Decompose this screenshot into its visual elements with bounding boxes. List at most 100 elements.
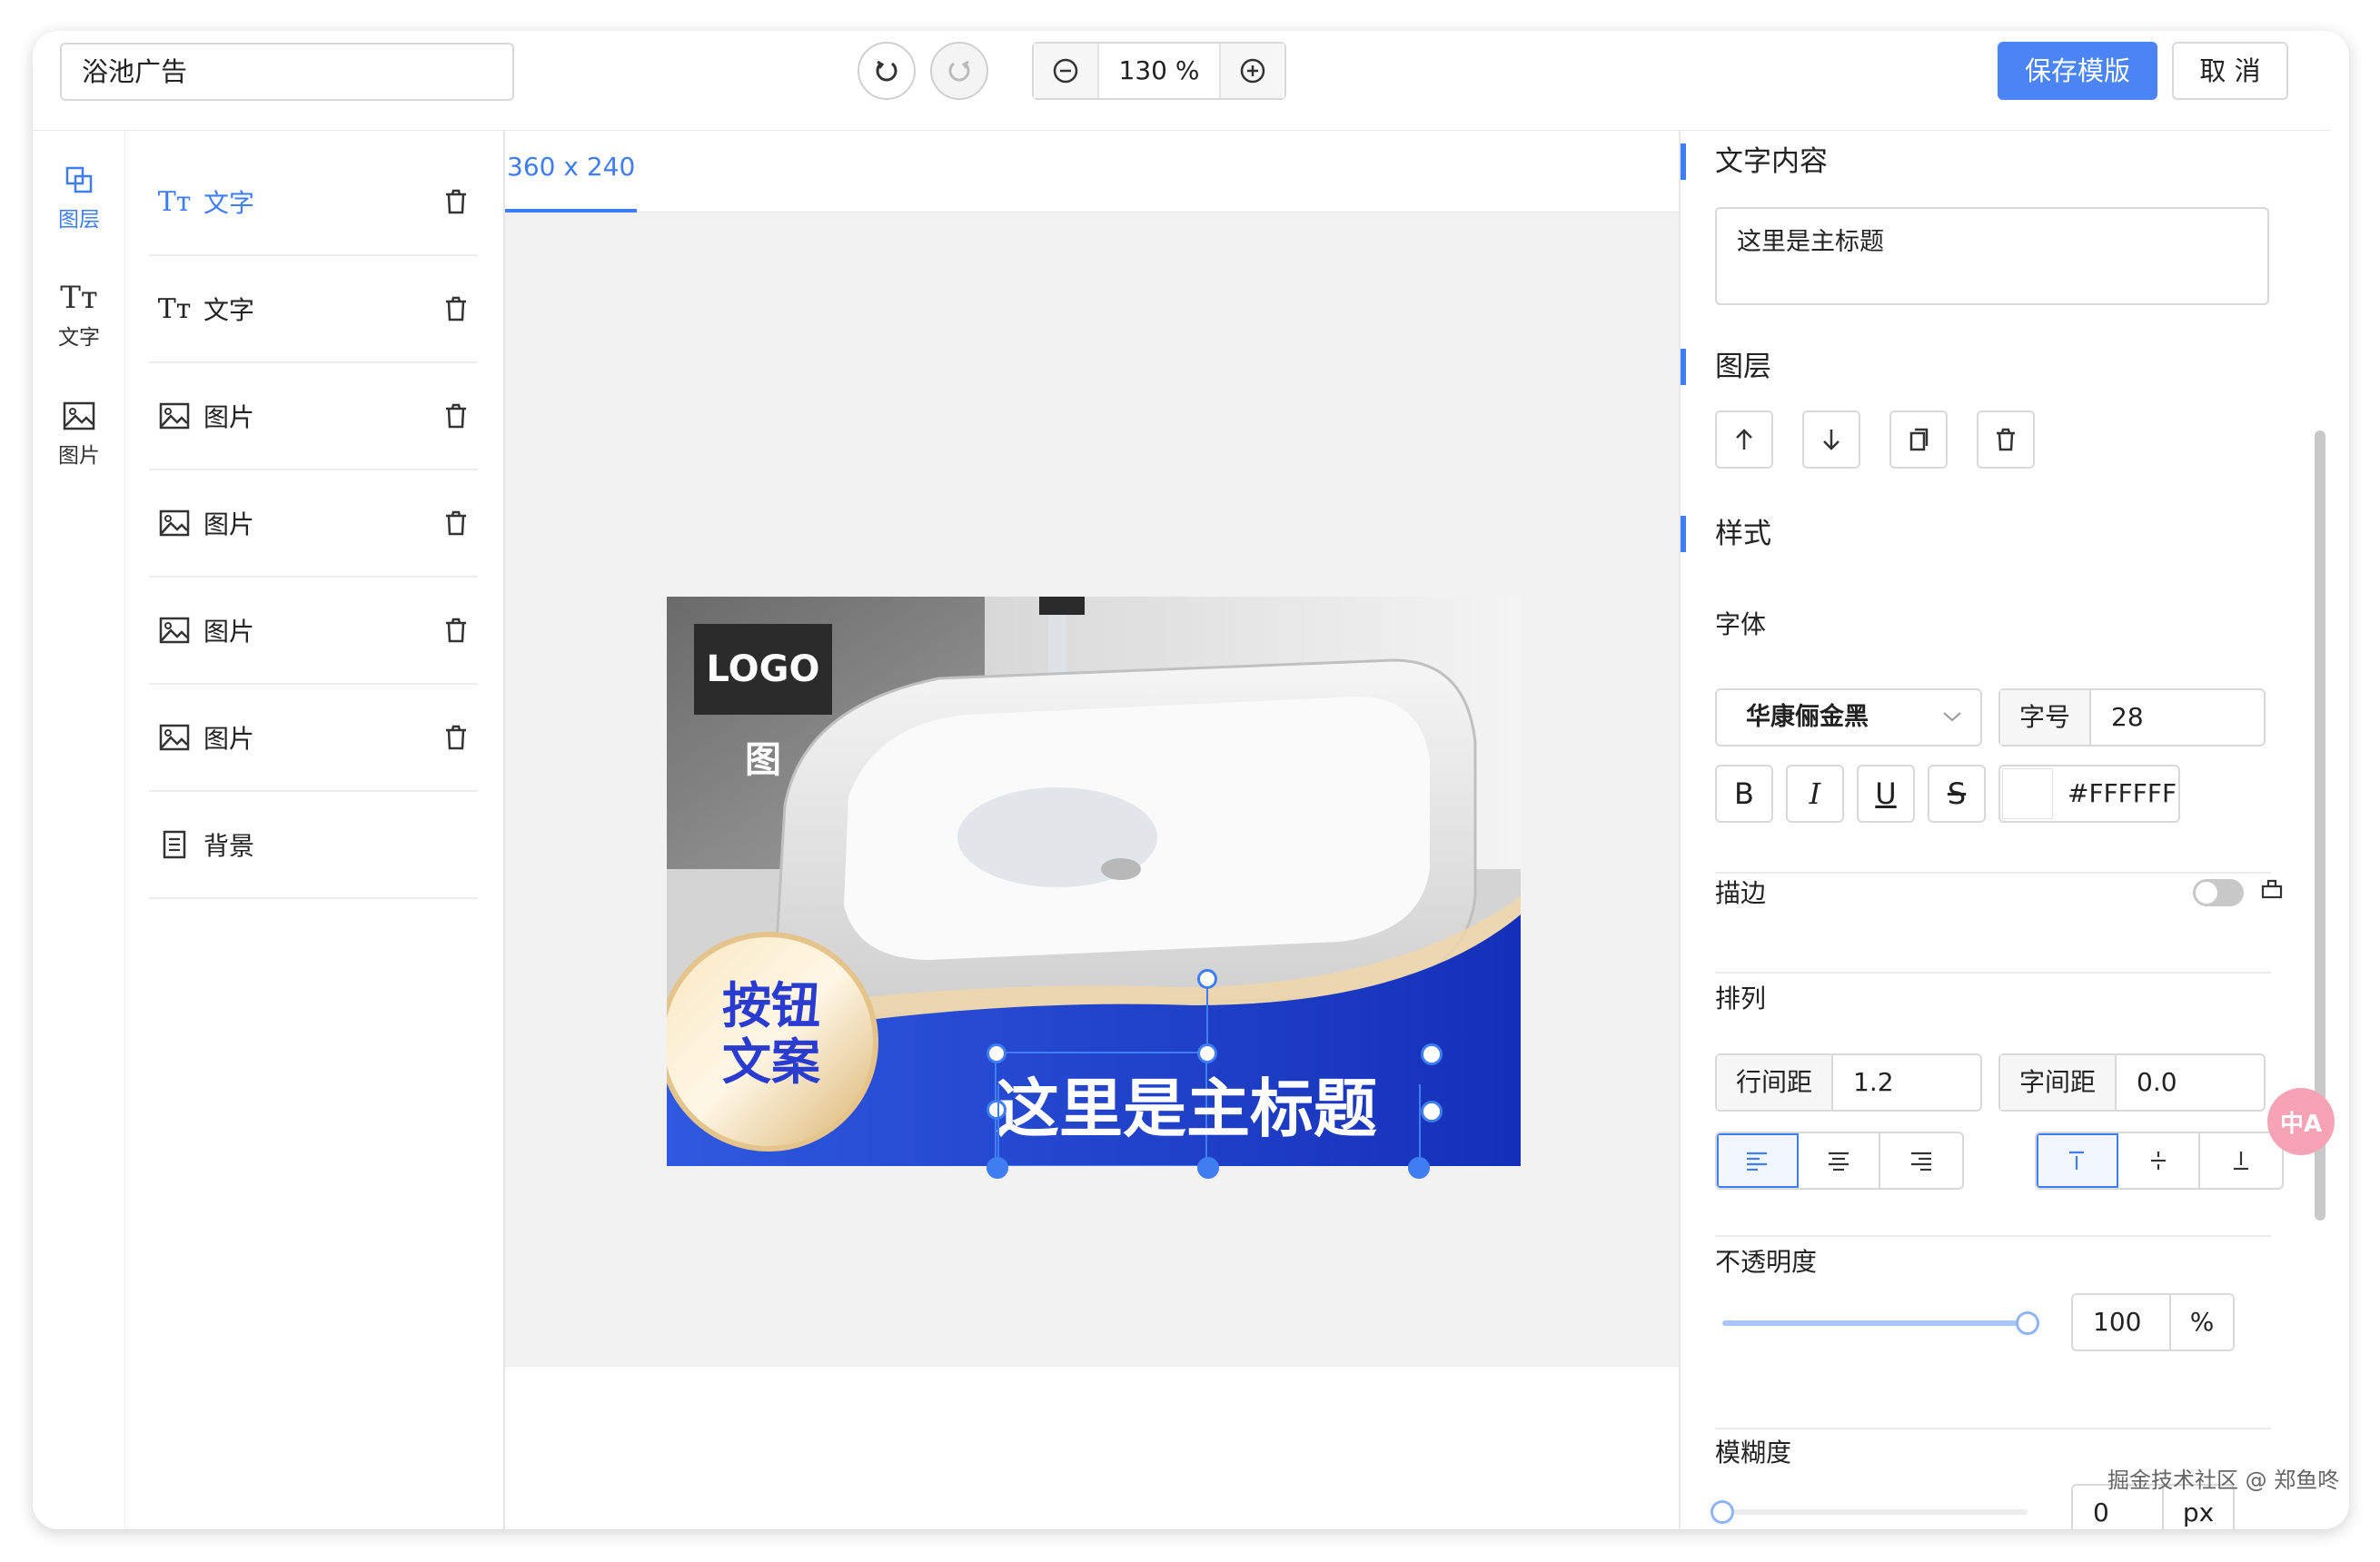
line-height-field[interactable]: 行间距 1.2 [1715,1053,1982,1112]
layer-item-label: 图片 [203,724,255,754]
layer-item[interactable]: 图片 [149,363,478,470]
trash-icon [446,296,466,321]
line-height-value[interactable]: 1.2 [1833,1055,1894,1110]
rail-item-image[interactable]: 图片 [33,394,125,469]
strikethrough-button[interactable]: S [1928,765,1986,823]
properties-panel: 文字内容 这里是主标题 图层 样式 字体 华康俪金黑 字号 28 B I U S… [1679,131,2331,1529]
rail-item-text[interactable]: Tт 文字 [33,276,125,351]
banner-button-text: 按钮 文案 [685,978,858,1091]
banner-canvas[interactable]: LOGO图 按钮 文案 这里是主标题 [667,597,1521,1166]
letter-spacing-value[interactable]: 0.0 [2117,1055,2177,1110]
letter-spacing-field[interactable]: 字间距 0.0 [1998,1053,2266,1112]
delete-layer-item-button[interactable] [438,398,474,434]
delete-layer-button[interactable] [1977,410,2035,469]
image-icon [159,402,190,430]
color-field[interactable]: #FFFFFF [1998,765,2180,823]
redo-button[interactable] [930,42,988,100]
layer-item[interactable]: 背景 [149,792,478,899]
delete-layer-item-button[interactable] [438,183,474,220]
resize-handle[interactable] [1421,1043,1443,1065]
layer-item-label: 背景 [203,831,255,861]
layer-item-label: 文字 [203,188,255,218]
text-content-textarea[interactable]: 这里是主标题 [1715,207,2269,305]
layer-item[interactable]: 图片 [149,470,478,578]
blur-label: 模糊度 [1715,1438,1792,1468]
resize-handle[interactable] [987,1043,1007,1063]
zoom-in-button[interactable] [1221,44,1284,98]
layer-item[interactable]: Tт 文字 [149,256,478,363]
opacity-unit: % [2189,1307,2215,1337]
strikethrough-icon: S [1947,776,1967,811]
opacity-slider-thumb[interactable] [2016,1311,2039,1335]
canvas-size-tab[interactable]: 360 x 240 [505,131,638,213]
rail-item-layers[interactable]: 图层 [33,158,125,232]
arrow-up-icon [1736,429,1752,450]
font-select-value: 华康俪金黑 [1746,703,1869,731]
delete-layer-item-button[interactable] [438,505,474,541]
layer-item[interactable]: 图片 [149,578,478,685]
plus-circle-icon [1240,58,1265,84]
font-size-field[interactable]: 字号 28 [1998,688,2266,746]
layer-item-label: 图片 [203,617,255,647]
image-icon [159,724,190,751]
opacity-value[interactable]: 100 [2073,1295,2171,1349]
font-label: 字体 [1715,609,1767,639]
align-right-button[interactable] [1880,1133,1962,1188]
vertical-align-group [2035,1132,2284,1190]
align-right-icon [1911,1152,1931,1171]
editor-window: 浴池广告 130 % 保存模版 取 消 图层 Tт 文字 图片 Tт 文字 Tт… [33,31,2349,1529]
color-swatch[interactable] [2002,768,2053,819]
italic-button[interactable]: I [1786,765,1844,823]
layer-item-label: 图片 [203,402,255,432]
delete-layer-item-button[interactable] [438,291,474,327]
blur-slider[interactable] [1722,1509,2028,1515]
copy-button[interactable] [1889,410,1948,469]
opacity-field[interactable]: 100 % [2071,1293,2235,1351]
delete-layer-item-button[interactable] [438,719,474,756]
font-select[interactable]: 华康俪金黑 [1715,688,1982,746]
canvas-footer [505,1366,1679,1529]
underline-icon: U [1875,776,1897,811]
align-left-button[interactable] [1717,1133,1799,1188]
font-size-value[interactable]: 28 [2091,690,2144,745]
resize-handle[interactable] [1197,1043,1217,1063]
stroke-toggle[interactable] [2193,879,2244,906]
resize-handle[interactable] [1421,1101,1443,1122]
image-icon [159,509,190,537]
italic-icon: I [1809,776,1821,811]
selection-outline [997,1084,1421,1166]
divider [1715,1428,2271,1429]
trash-icon [446,189,466,214]
align-left-icon [1747,1152,1767,1171]
save-template-button[interactable]: 保存模版 [1998,42,2157,100]
redo-icon [948,60,970,82]
rotate-handle[interactable] [1197,969,1217,989]
watermark: 掘金技术社区 @ 郑鱼咚 [2107,1468,2340,1493]
cancel-button[interactable]: 取 消 [2172,42,2288,100]
blur-slider-thumb[interactable] [1711,1500,1734,1524]
top-bar: 浴池广告 130 % 保存模版 取 消 [33,31,2331,131]
undo-button[interactable] [858,42,916,100]
align-middle-button[interactable] [2118,1133,2200,1188]
move-up-button[interactable] [1715,410,1773,469]
delete-layer-item-button[interactable] [438,612,474,648]
background-icon [163,830,186,859]
layer-section-title: 图层 [1681,349,1771,385]
layer-item-label: 文字 [203,295,255,325]
align-center-button[interactable] [1799,1133,1880,1188]
zoom-out-button[interactable] [1034,44,1097,98]
layer-item[interactable]: 图片 [149,685,478,792]
align-top-button[interactable] [2037,1133,2118,1188]
stroke-settings-button[interactable] [2258,875,2286,906]
align-bottom-button[interactable] [2200,1133,2282,1188]
layer-icon-wrap [156,398,193,434]
layer-item[interactable]: Tт 文字 [149,149,478,256]
translate-button[interactable]: 中A [2267,1088,2335,1155]
move-down-button[interactable] [1802,410,1860,469]
bold-button[interactable]: B [1715,765,1773,823]
underline-button[interactable]: U [1857,765,1915,823]
text-icon: Tт [157,185,192,218]
undo-icon [876,60,897,82]
paint-bucket-icon [2261,879,2283,899]
template-name-input[interactable]: 浴池广告 [60,43,514,101]
